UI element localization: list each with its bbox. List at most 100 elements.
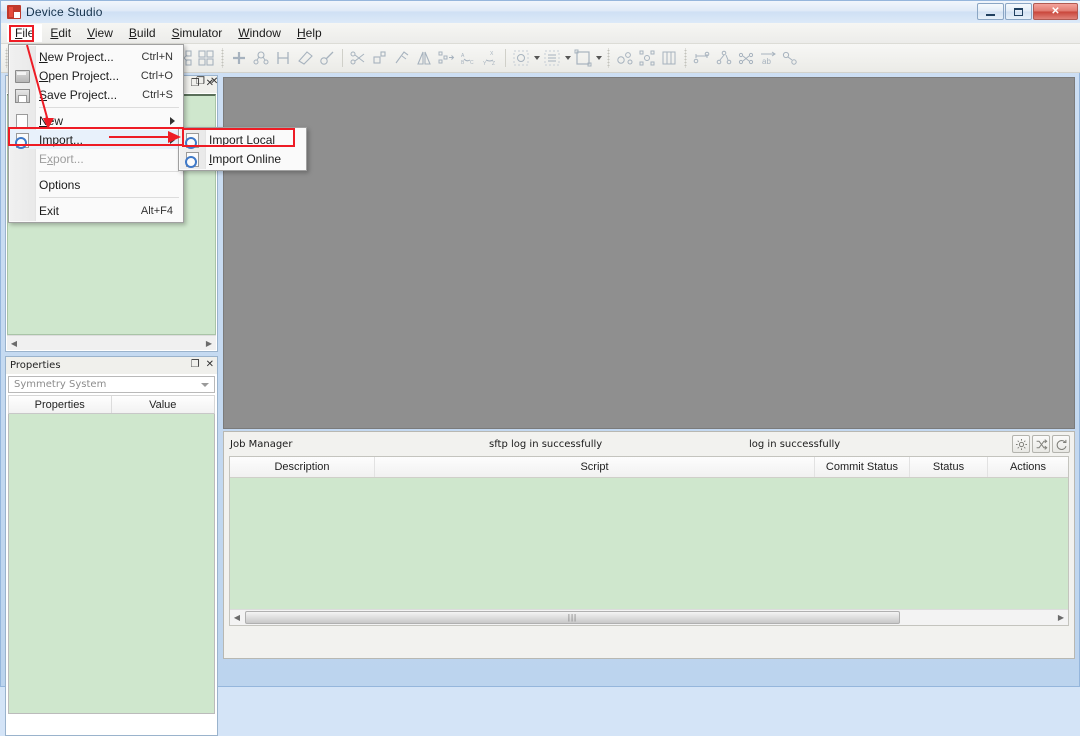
column-header-actions[interactable]: Actions xyxy=(988,457,1068,477)
toolbar-grip-3[interactable] xyxy=(219,48,226,68)
app-logo-icon xyxy=(7,5,21,19)
accel-exit: Alt+F4 xyxy=(141,205,183,217)
toolbar-grip-5[interactable] xyxy=(682,48,689,68)
scroll-left-arrow-icon[interactable]: ◀ xyxy=(230,613,244,622)
bond-length-icon[interactable] xyxy=(779,47,801,69)
menu-simulator[interactable]: Simulator xyxy=(164,24,231,42)
eraser-icon[interactable] xyxy=(294,47,316,69)
translate-icon[interactable] xyxy=(435,47,457,69)
menu-file[interactable]: File xyxy=(7,24,42,42)
file-icon xyxy=(14,113,30,129)
maximize-button[interactable] xyxy=(1005,3,1032,20)
menu-view[interactable]: View xyxy=(79,24,121,42)
menu-help[interactable]: Help xyxy=(289,24,330,42)
column-header-commit-status[interactable]: Commit Status xyxy=(815,457,910,477)
column-header-status[interactable]: Status xyxy=(910,457,988,477)
group-select-icon[interactable] xyxy=(510,47,532,69)
settings-gear-icon[interactable] xyxy=(1012,435,1030,453)
sftp-status-message: sftp log in successfully xyxy=(489,439,602,450)
distance-icon[interactable] xyxy=(691,47,713,69)
svg-text:Y: Y xyxy=(483,61,487,67)
shuffle-icon[interactable] xyxy=(1032,435,1050,453)
svg-text:X: X xyxy=(490,51,494,57)
menu-item-new-project[interactable]: New Project... Ctrl+N xyxy=(9,47,183,66)
properties-title-bar: Properties ❐ ✕ xyxy=(6,357,217,374)
mirror-icon[interactable] xyxy=(413,47,435,69)
canvas-panel-tools: ❐ ✕ xyxy=(196,73,226,89)
toolbar-grip-4[interactable] xyxy=(605,48,612,68)
job-manager-table-body[interactable] xyxy=(230,478,1068,609)
accel-open-project: Ctrl+O xyxy=(141,70,183,82)
import-icon xyxy=(184,151,200,167)
box-select-icon[interactable] xyxy=(369,47,391,69)
menu-item-save-project[interactable]: Save Project... Ctrl+S xyxy=(9,85,183,104)
cluster-icon[interactable] xyxy=(614,47,636,69)
menu-item-import[interactable]: Import... xyxy=(9,130,183,149)
label-abc-icon[interactable]: ABC xyxy=(457,47,479,69)
model-tree-hscrollbar[interactable]: ◀ ▶ xyxy=(7,335,216,350)
float-icon[interactable]: ❐ xyxy=(191,359,200,370)
scroll-right-arrow-icon[interactable]: ▶ xyxy=(1054,613,1068,622)
svg-text:C: C xyxy=(470,60,474,66)
slab-icon[interactable] xyxy=(658,47,680,69)
dihedral-icon[interactable] xyxy=(735,47,757,69)
align-caret-icon[interactable] xyxy=(563,47,572,69)
hydrogen-icon[interactable] xyxy=(272,47,294,69)
group-caret-icon[interactable] xyxy=(532,47,541,69)
window-title: Device Studio xyxy=(26,5,103,19)
align-icon[interactable] xyxy=(541,47,563,69)
menu-item-new[interactable]: New xyxy=(9,111,183,130)
close-icon[interactable]: ✕ xyxy=(210,76,218,87)
submenu-arrow-icon xyxy=(170,136,175,144)
menu-item-options[interactable]: Options xyxy=(9,175,183,194)
hscrollbar-thumb[interactable]: ||| xyxy=(245,611,900,624)
vector-ab-icon[interactable]: ab xyxy=(757,47,779,69)
menu-item-open-project[interactable]: Open Project... Ctrl+O xyxy=(9,66,183,85)
menu-item-import-online[interactable]: Import Online xyxy=(179,149,306,168)
refresh-icon[interactable] xyxy=(1052,435,1070,453)
menu-item-export: Export... xyxy=(9,149,183,168)
menu-item-exit[interactable]: Exit Alt+F4 xyxy=(9,201,183,220)
properties-column-header: Properties xyxy=(9,396,112,413)
menu-build[interactable]: Build xyxy=(121,24,164,42)
axis-xyz-icon[interactable]: XYZ xyxy=(479,47,501,69)
properties-table-body[interactable] xyxy=(8,414,215,714)
menu-window[interactable]: Window xyxy=(230,24,289,42)
cut-bond-icon[interactable] xyxy=(347,47,369,69)
measure-icon[interactable] xyxy=(391,47,413,69)
svg-text:ab: ab xyxy=(762,57,771,66)
import-icon xyxy=(14,132,30,148)
job-manager-table-header: Description Script Commit Status Status … xyxy=(230,457,1068,478)
save-icon xyxy=(14,87,30,103)
molecule-icon[interactable] xyxy=(250,47,272,69)
job-manager-panel: Job Manager sftp log in successfully log… xyxy=(223,431,1075,659)
column-header-description[interactable]: Description xyxy=(230,457,375,477)
scroll-left-arrow-icon[interactable]: ◀ xyxy=(7,339,21,348)
toolbar-separator-3 xyxy=(505,49,506,67)
menu-item-import-local[interactable]: Import Local xyxy=(179,130,306,149)
minimize-button[interactable] xyxy=(977,3,1004,20)
add-atom-icon[interactable] xyxy=(228,47,250,69)
column-header-script[interactable]: Script xyxy=(375,457,815,477)
scroll-right-arrow-icon[interactable]: ▶ xyxy=(202,339,216,348)
menu-edit[interactable]: Edit xyxy=(42,24,79,42)
tile-view-icon[interactable] xyxy=(195,47,217,69)
title-bar: Device Studio ✕ xyxy=(1,1,1080,23)
chevron-down-icon[interactable] xyxy=(201,383,209,387)
status-bar xyxy=(5,676,1076,682)
svg-text:A: A xyxy=(461,53,465,59)
properties-title: Properties xyxy=(10,360,61,371)
job-manager-hscrollbar[interactable]: ◀ ||| ▶ xyxy=(230,609,1068,625)
close-button[interactable]: ✕ xyxy=(1033,3,1078,20)
close-icon[interactable]: ✕ xyxy=(206,359,214,370)
cell-caret-icon[interactable] xyxy=(594,47,603,69)
float-icon[interactable]: ❐ xyxy=(196,76,205,87)
menu-separator-2 xyxy=(39,171,179,172)
symmetry-system-select[interactable]: Symmetry System xyxy=(8,376,215,393)
3d-viewport[interactable] xyxy=(223,77,1075,429)
bond-icon[interactable] xyxy=(316,47,338,69)
submenu-arrow-icon xyxy=(170,117,175,125)
cell-icon[interactable] xyxy=(572,47,594,69)
angle-icon[interactable] xyxy=(713,47,735,69)
supercell-icon[interactable] xyxy=(636,47,658,69)
